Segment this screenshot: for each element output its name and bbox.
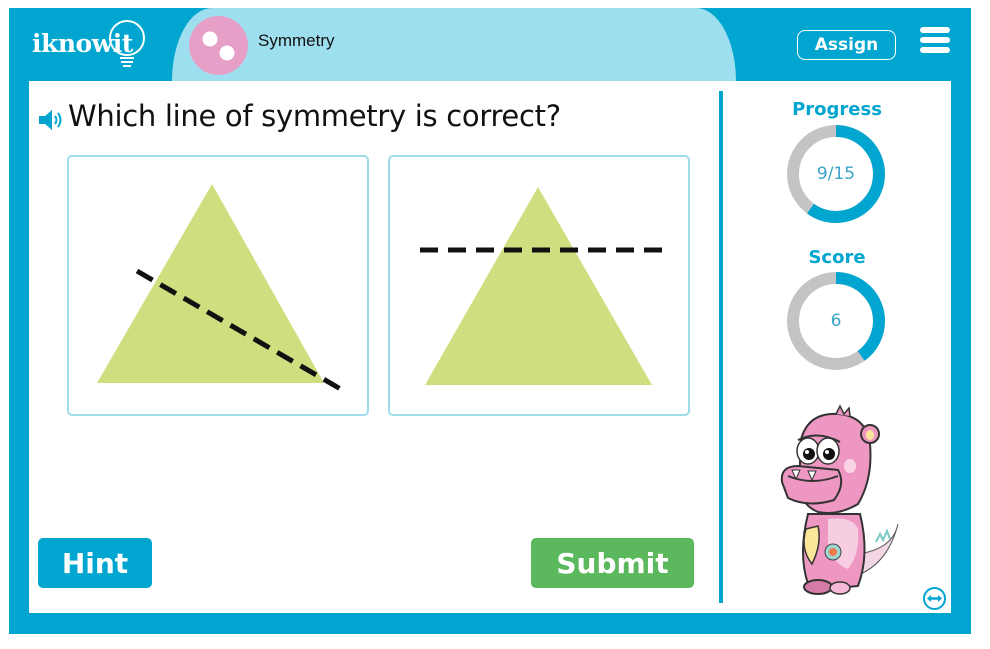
pink-monster-mascot bbox=[780, 404, 899, 595]
progress-value: 9/15 bbox=[816, 164, 856, 184]
answer-choice-b[interactable] bbox=[388, 155, 690, 416]
topic-title: Symmetry bbox=[258, 31, 335, 50]
score-value: 6 bbox=[830, 311, 842, 331]
topic-badge-icon bbox=[189, 16, 248, 75]
triangle-shape bbox=[97, 184, 324, 383]
iknowit-logo[interactable]: iknowit bbox=[32, 18, 152, 68]
answer-choice-a[interactable] bbox=[67, 155, 369, 416]
lightbulb-icon bbox=[109, 20, 145, 67]
triangle-horizontal-line-figure bbox=[420, 187, 662, 385]
score-label: Score bbox=[808, 247, 866, 268]
hamburger-menu-icon[interactable] bbox=[920, 27, 950, 54]
triangle-diagonal-line-figure bbox=[97, 184, 346, 394]
submit-button[interactable]: Submit bbox=[531, 538, 694, 588]
panel-divider bbox=[719, 91, 723, 603]
speaker-icon[interactable] bbox=[37, 108, 65, 132]
progress-label: Progress bbox=[792, 99, 882, 120]
assign-button[interactable]: Assign bbox=[797, 30, 896, 60]
topic-header bbox=[172, 8, 736, 81]
expand-horizontal-icon[interactable] bbox=[922, 586, 947, 611]
hint-button[interactable]: Hint bbox=[38, 538, 152, 588]
question-text: Which line of symmetry is correct? bbox=[68, 99, 561, 133]
triangle-shape bbox=[425, 187, 652, 385]
